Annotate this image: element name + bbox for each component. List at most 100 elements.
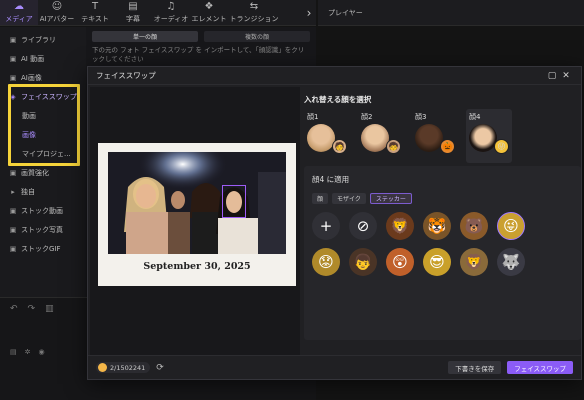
sidebar-item-label: 独自 [21, 187, 35, 196]
sticker-lion-2[interactable]: 🦁 [460, 248, 488, 276]
save-draft-button[interactable]: 下書きを保存 [448, 361, 502, 374]
tool-label: トランジション [229, 14, 279, 23]
tool-label: オーディオ [153, 14, 189, 23]
face-label: 顔3 [415, 113, 427, 121]
dialog-footer: 2/1502241 ⟳ 下書きを保存 フェイススワップ [88, 355, 581, 379]
chip-mosaic[interactable]: モザイク [332, 193, 366, 204]
face-card-3[interactable]: 顔3 🎃 [412, 109, 458, 163]
select-face-title: 入れ替える顔を選択 [304, 95, 372, 104]
face-thumbnail [361, 124, 389, 152]
tool-label: メディア [5, 14, 33, 23]
swap-thumbnail: 🧒 [386, 139, 401, 154]
lion-icon: 🦁 [464, 252, 484, 271]
track-icon[interactable]: ▤ [10, 348, 17, 356]
caret-right-icon: ▸ [11, 187, 15, 196]
faceswap-dialog: フェイススワップ ▢ ✕ September 30, 2025 入れ替える顔を選… [87, 66, 582, 380]
text-icon: T [91, 0, 99, 12]
face-mode-tabs: 単一の顔 複数の顔 [86, 27, 316, 46]
face-label: 顔1 [307, 113, 319, 121]
wolf-icon: 🐺 [501, 252, 521, 271]
tool-transition[interactable]: ⇆ トランジション [228, 0, 280, 25]
track-tools: ▤ ✲ ◉ [10, 348, 45, 356]
sidebar-item-stock-video[interactable]: ▣ ストック動画 [0, 201, 86, 220]
sidebar-item-label: 画質強化 [21, 168, 49, 177]
chevron-right-icon[interactable]: › [302, 0, 316, 25]
tool-media[interactable]: ☁ メディア [0, 0, 38, 25]
avatar-icon: ☺ [51, 0, 63, 12]
add-icon[interactable]: + [312, 212, 340, 240]
sticker-wink[interactable]: 😜 [497, 212, 525, 240]
bear-icon: 🐻 [464, 216, 484, 235]
sticker-bear[interactable]: 🐻 [460, 212, 488, 240]
highlight-box [8, 84, 80, 166]
sticker-wolf[interactable]: 🐺 [497, 248, 525, 276]
tab-single-face[interactable]: 単一の顔 [92, 31, 198, 42]
sidebar-item-original[interactable]: ▸ 独自 [0, 182, 86, 201]
polaroid-frame: September 30, 2025 [98, 143, 296, 286]
sticker-worried[interactable]: 😟 [312, 248, 340, 276]
dialog-header: フェイススワップ ▢ ✕ [88, 67, 581, 85]
face-options: 入れ替える顔を選択 顔1 🧑 顔2 🧒 顔3 🎃 顔4 😜 顔4 に適用 顔 モ… [302, 87, 582, 355]
face-thumbnail [469, 124, 497, 152]
tool-label: エレメント [191, 14, 227, 23]
face-card-4[interactable]: 顔4 😜 [466, 109, 512, 163]
player-header: プレイヤー [318, 0, 584, 26]
tool-label: 字幕 [126, 14, 140, 23]
lock-icon[interactable]: ✲ [25, 348, 31, 356]
redo-icon[interactable]: ↷ [28, 304, 36, 314]
face-card-1[interactable]: 顔1 🧑 [304, 109, 350, 163]
boy-icon: 👦 [353, 252, 373, 271]
eye-icon[interactable]: ◉ [39, 348, 45, 356]
chip-sticker[interactable]: ステッカー [369, 193, 412, 204]
face-card-2[interactable]: 顔2 🧒 [358, 109, 404, 163]
close-icon[interactable]: ✕ [559, 71, 573, 81]
sidebar-item-stock-photo[interactable]: ▣ ストック写真 [0, 220, 86, 239]
face-list: 顔1 🧑 顔2 🧒 顔3 🎃 顔4 😜 [304, 109, 512, 163]
tab-multi-face[interactable]: 複数の顔 [204, 31, 310, 42]
tool-label: AIアバター [39, 14, 75, 23]
delete-icon[interactable]: ▥ [45, 304, 54, 314]
tool-element[interactable]: ❖ エレメント [190, 0, 228, 25]
stock-icon: ▣ [9, 225, 17, 234]
sidebar-item-ai-video[interactable]: ▣ AI 動画 [0, 49, 86, 68]
sticker-lion[interactable]: 🦁 [386, 212, 414, 240]
faceswap-button[interactable]: フェイススワップ [507, 361, 573, 374]
stock-icon: ▣ [9, 206, 17, 215]
ai-icon: ▣ [9, 54, 17, 63]
sidebar-item-label: AI画像 [21, 73, 42, 82]
coin-icon [98, 363, 107, 372]
top-toolbar: ☁ メディア ☺ AIアバター T テキスト ▤ 字幕 ♫ オーディオ ❖ エレ… [0, 0, 316, 26]
apply-panel: 顔4 に適用 顔 モザイク ステッカー + ⊘ 🦁 🐯 🐻 😜 😟 👦 😲 😎 … [304, 166, 581, 340]
face-thumbnail [415, 124, 443, 152]
audio-icon: ♫ [166, 0, 176, 12]
photo-caption: September 30, 2025 [143, 261, 251, 272]
tool-subtitle[interactable]: ▤ 字幕 [114, 0, 152, 25]
swap-thumbnail: 🧑 [332, 139, 347, 154]
ai-icon: ▣ [9, 73, 17, 82]
credit-counter: 2/1502241 [96, 362, 151, 373]
swap-thumbnail: 😜 [494, 139, 509, 154]
sticker-cool[interactable]: 😎 [423, 248, 451, 276]
tiger-icon: 🐯 [427, 216, 447, 235]
enhance-icon: ▣ [9, 168, 17, 177]
refresh-icon[interactable]: ⟳ [156, 363, 164, 373]
sidebar-item-stock-gif[interactable]: ▣ ストックGIF [0, 239, 86, 258]
sidebar-item-library[interactable]: ▣ ライブラリ [0, 30, 86, 49]
tool-text[interactable]: T テキスト [76, 0, 114, 25]
photo-preview: September 30, 2025 [90, 87, 300, 355]
folder-icon: ▣ [9, 35, 17, 44]
surprised-emoji-icon: 😲 [392, 252, 408, 271]
undo-icon[interactable]: ↶ [10, 304, 18, 314]
filter-chips: 顔 モザイク ステッカー [312, 193, 412, 204]
sidebar-item-label: ストックGIF [21, 244, 61, 253]
sticker-boy[interactable]: 👦 [349, 248, 377, 276]
sticker-tiger[interactable]: 🐯 [423, 212, 451, 240]
tool-ai-avatar[interactable]: ☺ AIアバター [38, 0, 76, 25]
chip-face[interactable]: 顔 [312, 193, 329, 204]
sticker-surprised[interactable]: 😲 [386, 248, 414, 276]
tool-audio[interactable]: ♫ オーディオ [152, 0, 190, 25]
dialog-title: フェイススワップ [96, 71, 156, 80]
maximize-icon[interactable]: ▢ [545, 71, 559, 81]
none-icon[interactable]: ⊘ [349, 212, 377, 240]
sticker-grid: + ⊘ 🦁 🐯 🐻 😜 😟 👦 😲 😎 🦁 🐺 [312, 212, 525, 276]
